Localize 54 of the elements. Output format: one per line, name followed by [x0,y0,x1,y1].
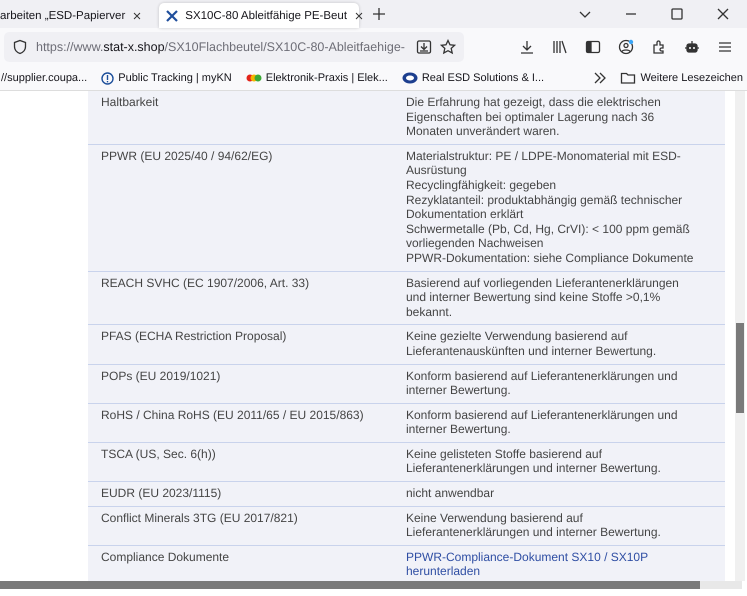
download-icon[interactable] [519,39,535,55]
robot-icon[interactable] [684,39,700,55]
table-cell-text: PPWR (EU 2025/40 / 94/62/EG) [100,148,274,165]
table-cell-text: Conflict Minerals 3TG (EU 2017/821) [100,510,299,527]
url-text: https://www.stat-x.shop/SX10Flachbeutel/SX10C-80-Ableitfaehige- [36,40,406,54]
table-cell-text: Recyclingfähigkeit: gegeben [406,178,558,193]
chevrons-right-icon[interactable] [592,70,608,86]
table-cell-text: TSCA (US, Sec. 6(h)) [100,446,217,463]
close-icon[interactable] [715,6,731,22]
download-page-icon[interactable] [416,39,432,55]
dots-icon [246,73,262,83]
table-cell-text: EUDR (EU 2023/1115) [100,486,222,501]
bookmark[interactable]: Real ESD Solutions & I... [402,72,544,84]
table-cell-text: Schwermetalle (Pb, Cd, Hg, CrVI): < 100 ppm gemäß vorliegenden Nachweisen [406,222,691,251]
browser-tab[interactable]: SX10C-80 Ableitfähige PE-Beut [159,3,360,28]
table-cell-text: Keine gelisteten Stoffe basierend auf Lieferantenerklärungen und interner Bewertung. [406,446,662,476]
maximize-icon[interactable] [669,6,685,22]
table-cell-text: POPs (EU 2019/1021) [100,368,222,384]
folder-icon[interactable] [620,70,636,86]
address-bar[interactable]: https://www.stat-x.shop/SX10Flachbeutel/SX10C-80-Ableitfaehige- [4,32,464,62]
logo-icon [402,72,418,84]
bookmark[interactable]: //supplier.coupa... [1,72,88,84]
star-icon[interactable] [440,39,456,55]
table-cell-text: Keine Verwendung basierend auf Lieferantenerklärungen und interner Bewertung. [406,510,662,540]
info-icon [101,72,114,84]
table-cell-text: REACH SVHC (EC 1907/2006, Art. 33) [100,276,310,292]
table-cell-text: Haltbarkeit [100,95,160,111]
bookmark[interactable]: Elektronik-Praxis | Elek... [246,72,388,84]
table-cell-text: RoHS / China RoHS (EU 2011/65 / EU 2015/863) [100,408,365,424]
horizontal-scrollbar[interactable] [0,581,742,589]
sidebar-icon[interactable] [585,39,601,55]
table-cell-text: PFAS (ECHA Restriction Proposal) [100,329,288,346]
table-cell-text: Materialstruktur: PE / LDPE-Monomaterial mit ESD-Ausrüstung [406,148,682,178]
table-cell-text: Basierend auf vorliegenden Lieferantenerklärungen und interner Bewertung sind keine Stoffe >0,1% bekannt. [406,276,680,320]
close-tab-icon[interactable] [131,10,144,22]
bookmark-folder[interactable]: Weitere Lesezeichen [620,70,743,86]
table-cell-text: Compliance Dokumente [100,550,230,566]
table-cell-text: Konform basierend auf Lieferantenerklärungen und interner Bewertung. [406,368,679,398]
new-tab-icon[interactable] [371,6,388,22]
account-icon[interactable] [618,39,634,55]
library-icon[interactable] [552,39,568,55]
browser-tab[interactable]: arbeiten „ESD-Papierver [0,3,150,28]
bookmark[interactable]: Public Tracking | myKN [101,72,232,84]
close-tab-icon[interactable] [353,10,366,22]
cross-logo-icon [165,8,180,22]
table-cell-text: Rezyklatanteil: produktabhängig gemäß technischer Dokumentation erklärt [406,192,684,222]
vertical-scrollbar[interactable] [735,91,745,581]
table-cell-text: Keine gezielte Verwendung basierend auf Lieferantenauskünften und interner Bewertung. [406,329,658,358]
shield-icon[interactable] [12,39,28,55]
table-cell-text: Die Erfahrung hat gezeigt, dass die elektrischen Eigenschaften bei optimaler Lagerung nach 36 Monaten unverändert waren. [406,95,662,139]
table-cell-text: nicht anwendbar [406,486,496,501]
download-link[interactable]: PPWR-Compliance-Dokument SX10 / SX10P herunterladen [406,550,696,580]
table-cell-text: Konform basierend auf Lieferantenerklärungen und interner Bewertung. [406,408,679,437]
table-cell-text: PPWR-Dokumentation: siehe Compliance Dokumente [406,250,694,266]
